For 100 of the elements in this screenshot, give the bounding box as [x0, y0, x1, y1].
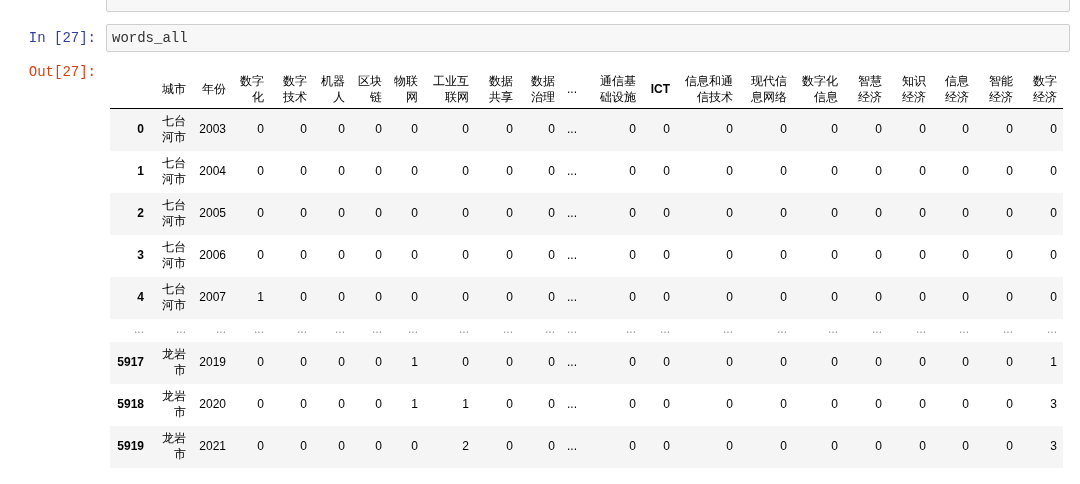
table-cell: 0	[739, 150, 793, 193]
table-cell: 0	[232, 150, 270, 193]
table-cell: 2021	[192, 425, 232, 468]
table-cell: 0	[642, 383, 676, 426]
table-cell: 0	[642, 234, 676, 277]
table-cell: 0	[1019, 192, 1063, 235]
table-cell: 0	[975, 150, 1019, 193]
table-cell: 0	[583, 150, 642, 193]
column-header: 工业互联网	[424, 72, 475, 109]
table-cell: 0	[975, 383, 1019, 426]
table-cell: 0	[739, 341, 793, 384]
table-cell: 0	[475, 150, 519, 193]
table-cell: 0	[519, 276, 561, 319]
table-cell: 0	[932, 192, 975, 235]
table-cell: 0	[676, 108, 739, 151]
table-cell: 0	[313, 192, 351, 235]
row-index: 2	[110, 192, 150, 235]
table-cell: 0	[351, 234, 388, 277]
table-cell: 0	[519, 108, 561, 151]
table-cell: 0	[424, 192, 475, 235]
table-cell: ...	[676, 318, 739, 342]
table-cell: ...	[519, 318, 561, 342]
table-cell: 0	[975, 234, 1019, 277]
row-index: 3	[110, 234, 150, 277]
table-cell: 0	[844, 192, 888, 235]
table-cell: 0	[475, 383, 519, 426]
table-cell: 2004	[192, 150, 232, 193]
table-cell: 0	[844, 108, 888, 151]
table-cell: ...	[932, 318, 975, 342]
table-cell: 0	[888, 150, 932, 193]
table-cell: 2003	[192, 108, 232, 151]
table-cell: 0	[313, 150, 351, 193]
table-cell: 七台河市	[150, 234, 192, 277]
table-cell: ...	[561, 383, 583, 426]
column-header: 信息和通信技术	[676, 72, 739, 109]
column-header: 物联网	[388, 72, 424, 109]
table-cell: 0	[313, 383, 351, 426]
column-header: 年份	[192, 72, 232, 109]
table-cell: 0	[424, 150, 475, 193]
table-cell: 2005	[192, 192, 232, 235]
column-header: 信息经济	[932, 72, 975, 109]
table-cell: ...	[888, 318, 932, 342]
table-cell: ...	[583, 318, 642, 342]
column-header: 数字化信息	[793, 72, 844, 109]
table-cell: 0	[676, 276, 739, 319]
table-cell: 0	[313, 108, 351, 151]
table-cell: 七台河市	[150, 192, 192, 235]
table-cell: 0	[844, 383, 888, 426]
column-header: 机器人	[313, 72, 351, 109]
table-cell: ...	[232, 318, 270, 342]
table-cell: 0	[975, 192, 1019, 235]
table-cell: 0	[1019, 150, 1063, 193]
table-cell: 3	[1019, 425, 1063, 468]
table-cell: 0	[793, 341, 844, 384]
table-cell: 0	[475, 108, 519, 151]
row-index: ...	[110, 318, 150, 342]
table-cell: 0	[519, 192, 561, 235]
table-cell: 0	[888, 234, 932, 277]
table-cell: 0	[351, 108, 388, 151]
table-cell: 0	[975, 425, 1019, 468]
table-cell: 0	[232, 108, 270, 151]
table-cell: ...	[793, 318, 844, 342]
table-cell: 0	[932, 341, 975, 384]
table-cell: 0	[739, 192, 793, 235]
table-cell: 0	[739, 425, 793, 468]
code-cell[interactable]: words_all	[106, 24, 1070, 52]
table-cell: 0	[932, 276, 975, 319]
column-header: 数字技术	[270, 72, 313, 109]
table-cell: ...	[351, 318, 388, 342]
table-cell: 0	[1019, 276, 1063, 319]
table-cell: 0	[270, 234, 313, 277]
table-cell: 0	[583, 383, 642, 426]
column-header: 数据治理	[519, 72, 561, 109]
table-cell: 0	[975, 108, 1019, 151]
column-header: 数据共享	[475, 72, 519, 109]
table-cell: 0	[270, 276, 313, 319]
table-cell: 0	[888, 108, 932, 151]
column-header: 知识经济	[888, 72, 932, 109]
table-cell: ...	[561, 192, 583, 235]
table-cell: 0	[844, 341, 888, 384]
table-cell: 0	[583, 276, 642, 319]
table-cell: ...	[150, 318, 192, 342]
table-cell: 0	[475, 234, 519, 277]
table-cell: 0	[642, 108, 676, 151]
table-cell: 0	[313, 425, 351, 468]
row-index: 1	[110, 150, 150, 193]
table-cell: 0	[888, 341, 932, 384]
row-index: 5918	[110, 383, 150, 426]
table-cell: 0	[424, 341, 475, 384]
table-cell: ...	[561, 234, 583, 277]
output-prompt: Out[27]:	[27, 64, 96, 80]
table-cell: 0	[388, 276, 424, 319]
table-cell: 1	[388, 341, 424, 384]
table-cell: ...	[975, 318, 1019, 342]
column-header: 城市	[150, 72, 192, 109]
table-cell: 0	[1019, 234, 1063, 277]
table-cell: 龙岩市	[150, 341, 192, 384]
table-cell: 0	[676, 234, 739, 277]
table-cell: 0	[932, 150, 975, 193]
table-cell: 0	[270, 108, 313, 151]
